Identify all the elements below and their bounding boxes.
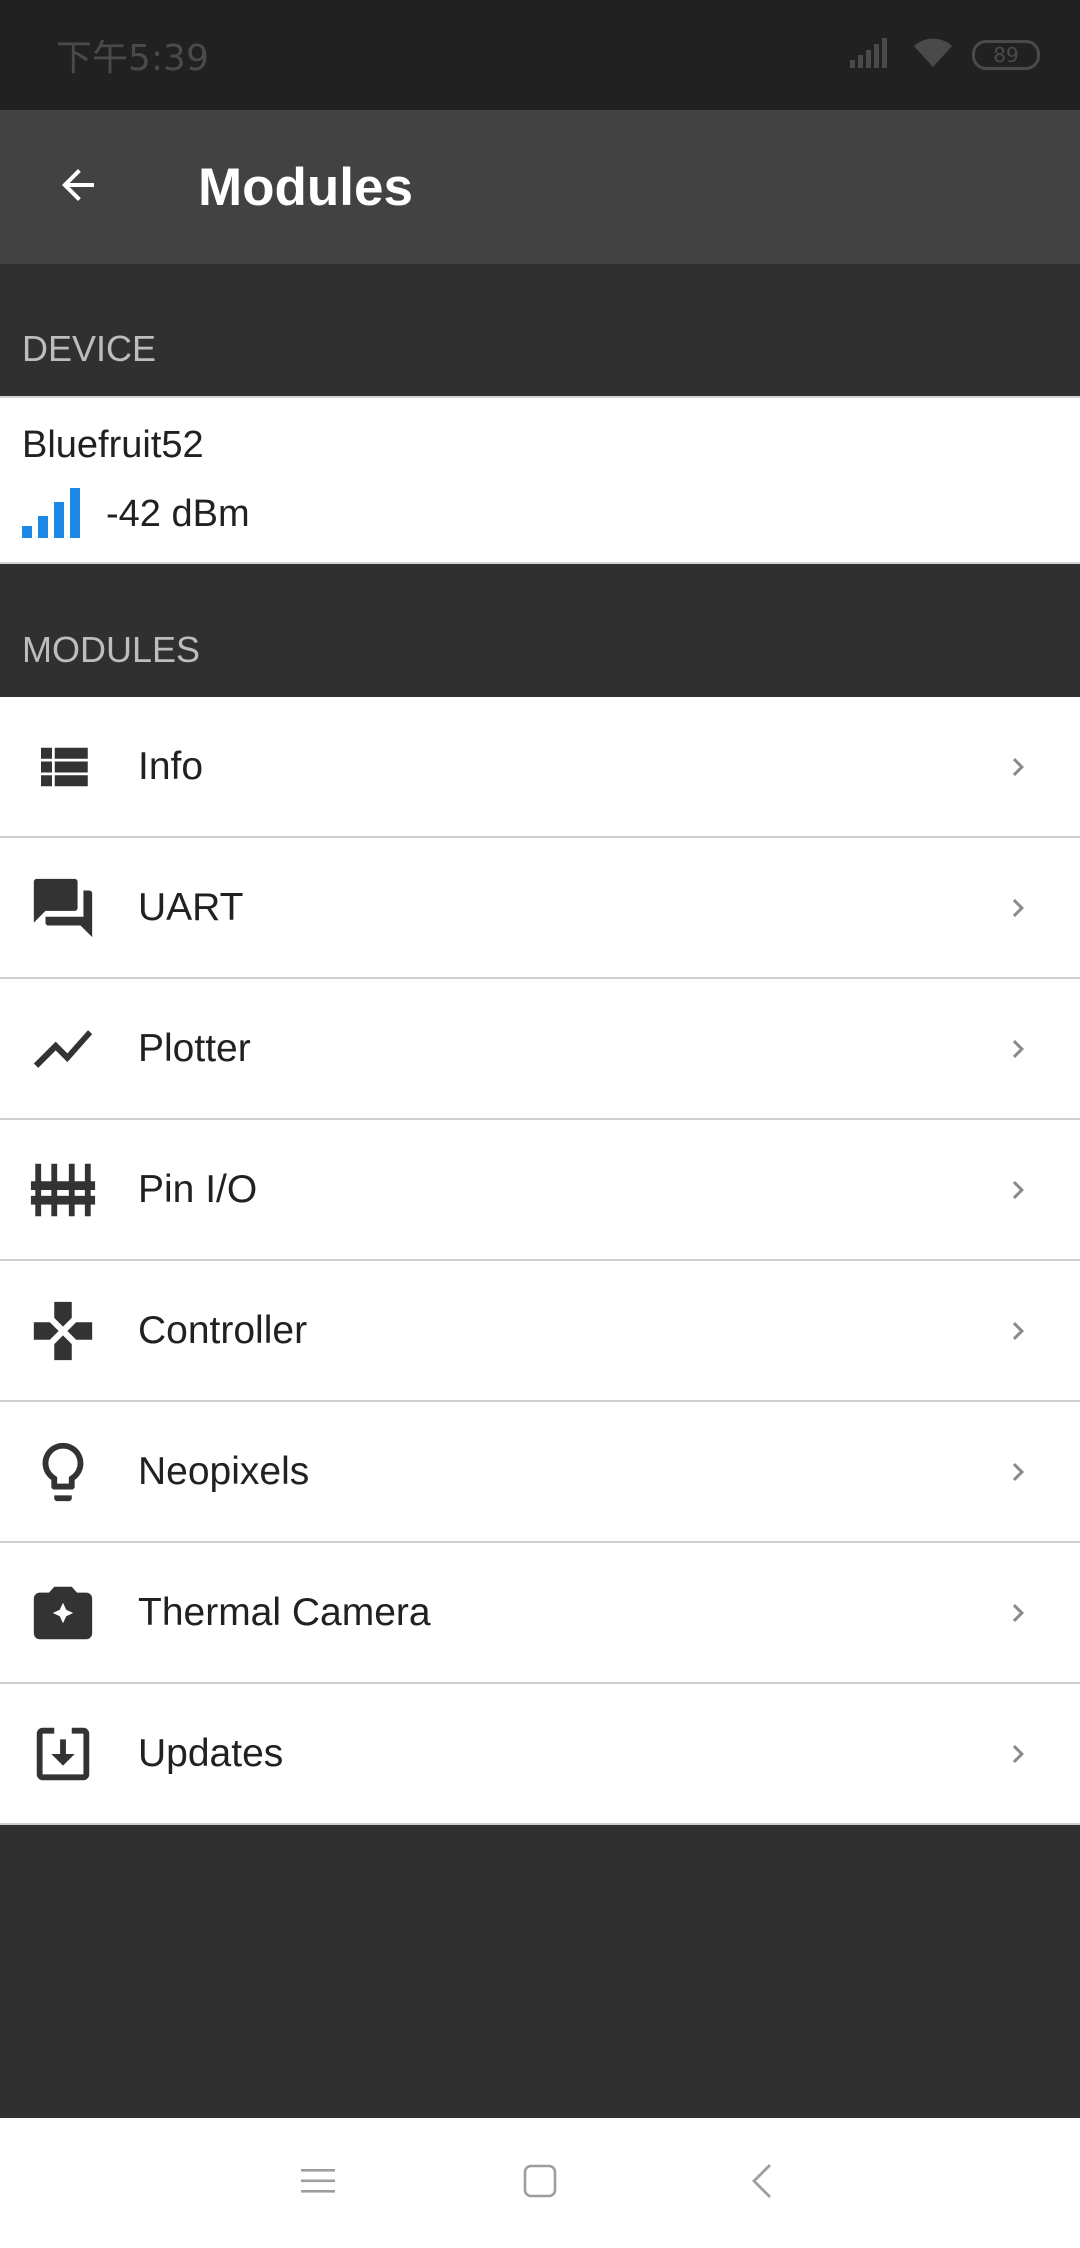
wifi-icon	[912, 37, 954, 74]
modules-section-header: MODULES	[0, 564, 1080, 697]
lightbulb-icon	[26, 1435, 100, 1509]
rssi-row: -42 dBm	[22, 486, 250, 543]
signal-bars-icon	[850, 37, 894, 73]
module-item-info[interactable]: Info	[0, 697, 1080, 838]
gamepad-icon	[26, 1294, 100, 1368]
module-list: Info UART Plotter Pin I/O Controller Neo…	[0, 697, 1080, 1825]
nav-back-button[interactable]	[722, 2143, 802, 2223]
signal-strength-icon	[22, 486, 84, 543]
device-section-header: DEVICE	[0, 264, 1080, 396]
back-button[interactable]	[28, 137, 128, 237]
module-label: Info	[138, 744, 204, 788]
module-item-thermal-camera[interactable]: Thermal Camera	[0, 1543, 1080, 1684]
home-square-icon	[523, 2164, 557, 2203]
module-label: Neopixels	[138, 1449, 310, 1493]
nav-menu-button[interactable]	[278, 2143, 358, 2223]
back-chevron-icon	[748, 2161, 776, 2206]
page-title: Modules	[198, 157, 413, 217]
status-icons: 89	[850, 37, 1040, 74]
chevron-right-icon	[998, 747, 1038, 787]
chevron-right-icon	[998, 1452, 1038, 1492]
module-label: UART	[138, 885, 244, 929]
chevron-right-icon	[998, 1170, 1038, 1210]
chat-icon	[26, 871, 100, 945]
camera-icon	[26, 1576, 100, 1650]
nav-home-button[interactable]	[500, 2143, 580, 2223]
chevron-right-icon	[998, 1029, 1038, 1069]
module-item-uart[interactable]: UART	[0, 838, 1080, 979]
chevron-right-icon	[998, 888, 1038, 928]
status-bar: 下午5:39 89	[0, 0, 1080, 110]
module-item-pin-io[interactable]: Pin I/O	[0, 1120, 1080, 1261]
rssi-value: -42 dBm	[106, 493, 250, 535]
chevron-right-icon	[998, 1593, 1038, 1633]
system-nav-bar	[0, 2118, 1080, 2248]
device-name: Bluefruit52	[22, 424, 204, 466]
module-label: Updates	[138, 1731, 284, 1775]
arrow-back-icon	[54, 161, 102, 214]
chevron-right-icon	[998, 1311, 1038, 1351]
module-label: Thermal Camera	[138, 1590, 431, 1634]
module-label: Controller	[138, 1308, 308, 1352]
pins-icon	[26, 1153, 100, 1227]
module-item-updates[interactable]: Updates	[0, 1684, 1080, 1825]
chevron-right-icon	[998, 1734, 1038, 1774]
module-item-controller[interactable]: Controller	[0, 1261, 1080, 1402]
module-item-neopixels[interactable]: Neopixels	[0, 1402, 1080, 1543]
list-icon	[26, 730, 100, 804]
menu-icon	[301, 2166, 335, 2201]
module-label: Plotter	[138, 1026, 251, 1070]
status-time: 下午5:39	[56, 38, 209, 79]
app-bar: Modules	[0, 110, 1080, 264]
trending-line-icon	[26, 1012, 100, 1086]
module-item-plotter[interactable]: Plotter	[0, 979, 1080, 1120]
download-box-icon	[26, 1717, 100, 1791]
battery-indicator: 89	[972, 40, 1040, 70]
device-card[interactable]: Bluefruit52 -42 dBm	[0, 396, 1080, 564]
module-label: Pin I/O	[138, 1167, 258, 1211]
